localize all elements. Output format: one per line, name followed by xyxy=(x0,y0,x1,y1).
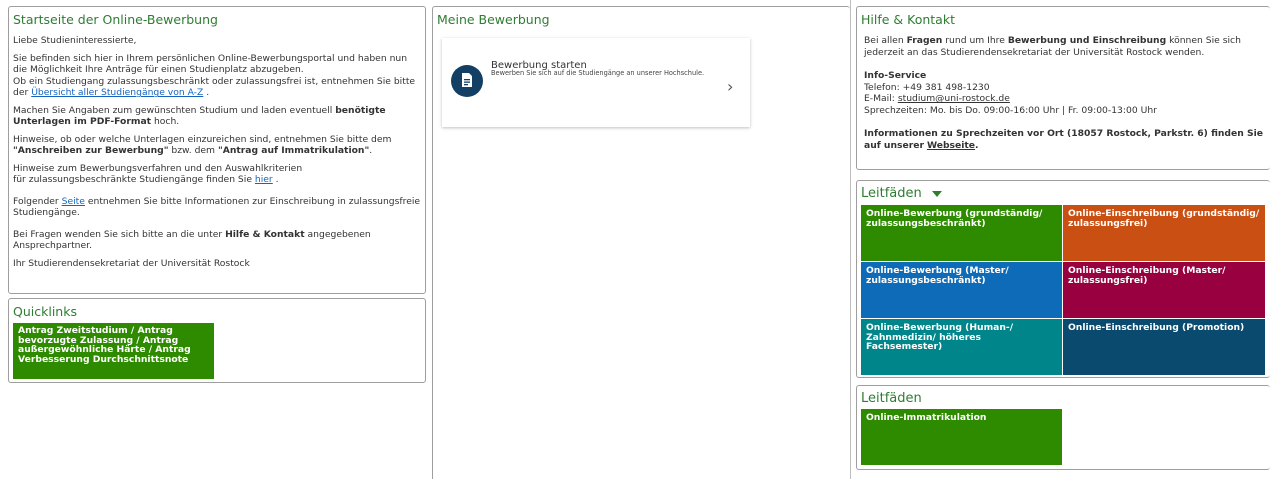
leitfaeden-title-1[interactable]: Leitfäden xyxy=(857,181,1270,203)
documents-bold-1: "Anschreiben zur Bewerbung" xyxy=(13,145,169,157)
phone-number: Telefon: +49 381 498-1230 xyxy=(864,81,990,93)
hilfe-intro-2: rund um Ihre xyxy=(945,35,1005,47)
meine-bewerbung-title: Meine Bewerbung xyxy=(437,12,550,27)
hier-link[interactable]: hier xyxy=(255,174,273,185)
email-link[interactable]: studium@uni-rostock.de xyxy=(898,93,1010,104)
document-icon xyxy=(451,65,483,97)
start-text: Liebe Studieninteressierte, Sie befinden… xyxy=(9,28,425,269)
signature: Ihr Studierendensekretariat der Universi… xyxy=(13,257,250,269)
seite-link[interactable]: Seite xyxy=(62,196,85,207)
info-service-title: Info-Service xyxy=(864,70,927,82)
left-column: Startseite der Online-Bewerbung Liebe St… xyxy=(0,0,428,479)
start-title: Startseite der Online-Bewerbung xyxy=(13,12,218,27)
caret-down-icon[interactable] xyxy=(931,190,942,197)
guide-tile-einschreibung-grundstaendig[interactable]: Online-Einschreibung (grundständig/ zula… xyxy=(1063,205,1265,261)
hilfe-panel: Hilfe & Kontakt Bei allen Fragen rund um… xyxy=(856,6,1270,170)
guide-tile-bewerbung-medizin[interactable]: Online-Bewerbung (Human-/ Zahnmedizin/ h… xyxy=(861,319,1062,375)
guide-tile-einschreibung-promotion[interactable]: Online-Einschreibung (Promotion) xyxy=(1063,319,1265,375)
guide-tile-bewerbung-master[interactable]: Online-Bewerbung (Master/ zulassungsbesc… xyxy=(861,262,1062,318)
leitfaeden-title-2: Leitfäden xyxy=(861,391,922,406)
right-column: Hilfe & Kontakt Bei allen Fragen rund um… xyxy=(851,0,1270,479)
meine-bewerbung-panel: Meine Bewerbung Bewerbung starten Bewerb… xyxy=(432,6,850,479)
intro-text: Sie befinden sich hier in Ihrem persönli… xyxy=(13,52,408,76)
punctuation: . xyxy=(975,139,979,151)
start-panel: Startseite der Online-Bewerbung Liebe St… xyxy=(8,6,426,294)
hilfe-intro-bold-1: Fragen xyxy=(906,35,943,47)
documents-mid: bzw. dem xyxy=(171,145,216,157)
webseite-link[interactable]: Webseite xyxy=(927,140,975,151)
guide-tile-bewerbung-grundstaendig[interactable]: Online-Bewerbung (grundständig/ zulassun… xyxy=(861,205,1062,261)
hilfe-intro-bold-2: Bewerbung und Einschreibung xyxy=(1007,35,1167,47)
office-hours: Sprechzeiten: Mo. bis Do. 09:00-16:00 Uh… xyxy=(864,104,1157,116)
upload-end: hoch. xyxy=(153,116,180,128)
overview-link[interactable]: Übersicht aller Studiengänge von A-Z xyxy=(31,87,203,98)
procedure-text: Hinweise zum Bewerbungsverfahren und den… xyxy=(13,162,303,174)
leitfaeden-panel-2: Leitfäden Online-Immatrikulation xyxy=(856,385,1270,470)
contact-text: Bei allen Fragen rund um Ihre Bewerbung … xyxy=(857,28,1270,151)
documents-bold-2: "Antrag auf Immatrikulation" xyxy=(217,145,370,157)
documents-text: Hinweise, ob oder welche Unterlagen einz… xyxy=(13,133,392,145)
procedure-text-2: für zulassungsbeschränkte Studiengänge f… xyxy=(13,174,252,186)
hilfe-title: Hilfe & Kontakt xyxy=(861,12,955,27)
middle-column: Meine Bewerbung Bewerbung starten Bewerb… xyxy=(428,0,851,479)
questions-bold: Hilfe & Kontakt xyxy=(225,228,305,240)
upload-text: Machen Sie Angaben zum gewünschten Studi… xyxy=(13,104,333,116)
hilfe-intro: Bei allen xyxy=(864,35,904,47)
questions-text: Bei Fragen wenden Sie sich bitte an die … xyxy=(13,228,223,240)
quicklink-tile-antraege[interactable]: Antrag Zweitstudium / Antrag bevorzugte … xyxy=(13,323,214,379)
leitfaeden-label-1: Leitfäden xyxy=(861,186,922,201)
punctuation: . xyxy=(206,87,210,99)
guide-tile-einschreibung-master[interactable]: Online-Einschreibung (Master/ zulassungs… xyxy=(1063,262,1265,318)
quicklinks-panel: Quicklinks Antrag Zweitstudium / Antrag … xyxy=(8,298,426,383)
punctuation: . xyxy=(369,145,373,157)
enrollment-text: Folgender xyxy=(13,195,59,207)
email-label: E-Mail: xyxy=(864,93,895,105)
leitfaeden-panel-1: Leitfäden Online-Bewerbung (grundständig… xyxy=(856,180,1270,378)
punctuation: . xyxy=(275,174,279,186)
bewerbung-starten-card[interactable]: Bewerbung starten Bewerben Sie sich auf … xyxy=(442,38,750,127)
card-subtitle: Bewerben Sie sich auf die Studiengänge a… xyxy=(491,69,705,77)
onsite-info: Informationen zu Sprechzeiten vor Ort (1… xyxy=(864,128,1263,151)
greeting: Liebe Studieninteressierte, xyxy=(13,35,137,47)
guide-tile-online-immatrikulation[interactable]: Online-Immatrikulation xyxy=(861,409,1062,465)
quicklinks-title: Quicklinks xyxy=(13,304,77,319)
chevron-right-icon[interactable]: › xyxy=(727,77,733,98)
